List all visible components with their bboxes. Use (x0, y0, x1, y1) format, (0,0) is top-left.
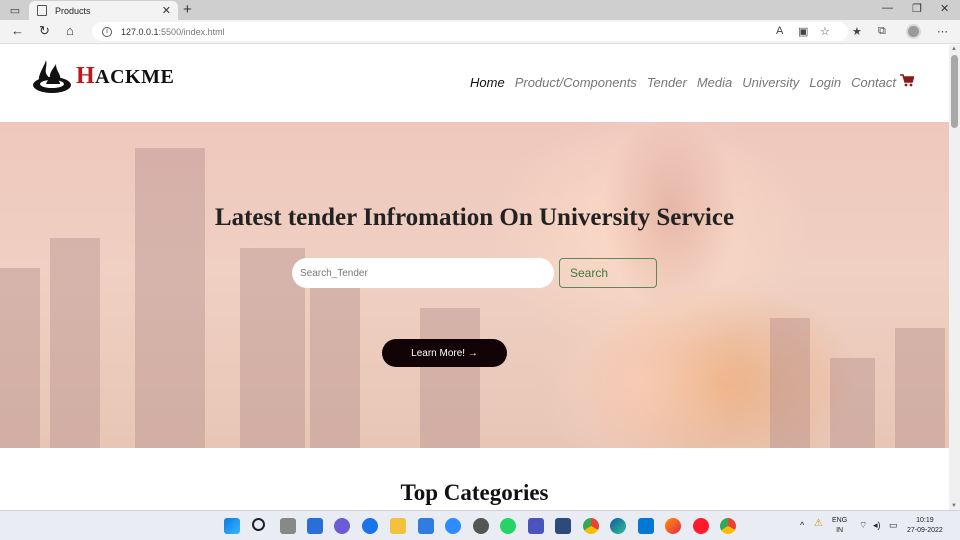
snipping-tool-icon[interactable] (555, 518, 571, 534)
nav-tender[interactable]: Tender (647, 75, 687, 90)
obs-icon[interactable] (473, 518, 489, 534)
new-tab-icon[interactable]: + (183, 1, 192, 18)
widgets-icon[interactable] (307, 518, 323, 534)
home-icon[interactable]: ⌂ (66, 23, 74, 38)
browser-tab[interactable]: Products ✕ (29, 1, 178, 20)
battery-icon[interactable]: ▭ (889, 520, 898, 530)
immersive-reader-icon[interactable]: ▣ (798, 25, 808, 38)
nav-home[interactable]: Home (470, 75, 505, 90)
start-icon[interactable] (224, 518, 240, 534)
site-info-icon[interactable]: i (102, 26, 112, 37)
chrome-alt-icon[interactable] (720, 518, 736, 534)
favorite-star-icon[interactable]: ☆ (820, 25, 830, 38)
zoom-icon[interactable] (445, 518, 461, 534)
firefox-icon[interactable] (665, 518, 681, 534)
city-building (135, 148, 205, 448)
learn-more-button[interactable]: Learn More! → (382, 339, 507, 367)
nav-login[interactable]: Login (809, 75, 841, 90)
logo-text: HACKME (76, 62, 175, 89)
site-header: HACKME Home Product/Components Tender Me… (0, 45, 949, 122)
task-view-icon[interactable] (280, 518, 296, 534)
address-toolbar: ← ↻ ⌂ i 127.0.0.1:5500/index.html A ▣ ☆ … (0, 20, 960, 44)
windows-taskbar: ^ ⚠ ENG IN ⌔ ◂) ▭ 10:19 27-09-2022 (0, 510, 960, 540)
read-aloud-icon[interactable]: A (776, 25, 783, 37)
mail-icon[interactable] (418, 518, 434, 534)
clock[interactable]: 10:19 27-09-2022 (907, 516, 943, 536)
search-button[interactable]: Search (559, 258, 657, 288)
top-categories-heading: Top Categories (400, 480, 549, 505)
minimize-icon[interactable]: — (882, 2, 893, 14)
edge-icon[interactable] (610, 518, 626, 534)
hero-banner: Latest tender Infromation On University … (0, 122, 949, 448)
nav-product-components[interactable]: Product/Components (515, 75, 637, 90)
page-icon (37, 5, 47, 16)
file-explorer-icon[interactable] (390, 518, 406, 534)
scroll-down-icon[interactable]: ▼ (951, 503, 957, 509)
cart-icon[interactable] (900, 74, 914, 87)
url-host: 127.0.0.1 (121, 26, 159, 37)
nav-contact[interactable]: Contact (851, 75, 896, 90)
tender-search-input[interactable] (292, 258, 554, 288)
url-field[interactable]: i 127.0.0.1:5500/index.html (92, 22, 848, 41)
back-icon[interactable]: ← (11, 23, 24, 38)
city-building (310, 288, 360, 448)
city-building (0, 268, 40, 448)
page-scrollbar[interactable]: ▲ ▼ (949, 45, 960, 510)
tab-actions-icon[interactable]: ▭ (8, 3, 22, 17)
refresh-icon[interactable]: ↻ (39, 23, 50, 39)
scrollbar-thumb[interactable] (951, 55, 958, 128)
city-building (420, 308, 480, 448)
volume-icon[interactable]: ◂) (873, 520, 881, 530)
flame-logo-icon (33, 60, 71, 93)
favorites-icon[interactable]: ★ (852, 25, 862, 38)
wifi-icon[interactable]: ⌔ (859, 520, 867, 530)
more-menu-icon[interactable]: ⋯ (937, 25, 948, 38)
url-path: :5500/index.html (158, 26, 225, 37)
nav-media[interactable]: Media (697, 75, 732, 90)
vscode-icon[interactable] (638, 518, 654, 534)
profile-avatar[interactable] (906, 24, 921, 39)
main-nav: Home Product/Components Tender Media Uni… (470, 75, 896, 90)
nav-university[interactable]: University (742, 75, 799, 90)
close-window-icon[interactable]: ✕ (940, 2, 949, 15)
city-building (830, 358, 875, 448)
teams-chat-icon[interactable] (334, 518, 350, 534)
site-logo[interactable]: HACKME (32, 58, 174, 94)
language-indicator[interactable]: ENG IN (832, 516, 847, 536)
tab-title: Products (55, 5, 91, 16)
chrome-icon[interactable] (583, 518, 599, 534)
restore-icon[interactable]: ❐ (912, 2, 922, 15)
opera-icon[interactable] (693, 518, 709, 534)
onedrive-icon[interactable] (362, 518, 378, 534)
hero-title: Latest tender Infromation On University … (214, 204, 735, 231)
search-icon[interactable] (252, 518, 265, 531)
browser-tab-bar: ▭ Products ✕ + — ❐ ✕ (0, 0, 960, 20)
collections-icon[interactable]: ⧉ (878, 25, 886, 38)
city-building (50, 238, 100, 448)
web-page: HACKME Home Product/Components Tender Me… (0, 45, 949, 510)
city-building (895, 328, 945, 448)
whatsapp-icon[interactable] (500, 518, 516, 534)
scroll-up-icon[interactable]: ▲ (951, 46, 957, 52)
teams-icon[interactable] (528, 518, 544, 534)
update-icon[interactable]: ⚠ (814, 519, 823, 529)
show-hidden-icons-icon[interactable]: ^ (800, 520, 804, 530)
close-tab-icon[interactable]: ✕ (162, 4, 171, 17)
